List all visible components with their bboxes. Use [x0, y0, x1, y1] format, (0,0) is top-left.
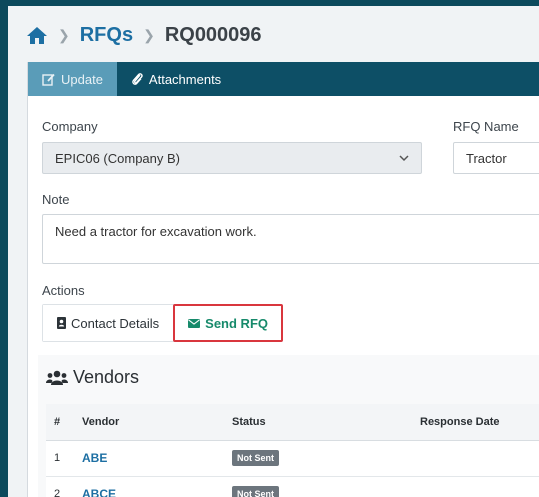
users-icon	[46, 370, 68, 385]
actions-group: Contact Details Send RFQ	[42, 304, 283, 342]
tab-update[interactable]: Update	[28, 62, 117, 96]
tab-update-label: Update	[61, 71, 103, 87]
column-header-status: Status	[224, 404, 412, 441]
rfq-panel: Update Attachments Company EPIC06 (Compa…	[27, 62, 539, 497]
chevron-right-icon: ❯	[143, 26, 155, 43]
contact-details-button[interactable]: Contact Details	[43, 305, 174, 341]
chevron-down-icon	[399, 154, 409, 161]
company-label: Company	[42, 119, 98, 134]
address-book-icon	[57, 317, 66, 329]
breadcrumb-current: RQ000096	[164, 23, 262, 46]
tab-bar: Update Attachments	[28, 62, 539, 96]
vendors-table: # Vendor Status Response Date 1 ABE Not …	[46, 404, 539, 497]
breadcrumb-rfqs-link[interactable]: RFQs	[80, 24, 133, 47]
vendors-section: Vendors # Vendor Status Response Date 1 …	[38, 355, 539, 497]
actions-label: Actions	[42, 283, 85, 298]
vendor-link[interactable]: ABE	[82, 451, 107, 465]
paperclip-icon	[132, 73, 143, 85]
vendor-link[interactable]: ABCE	[82, 487, 116, 497]
note-textarea[interactable]: Need a tractor for excavation work.	[42, 214, 539, 264]
status-badge: Not Sent	[232, 486, 279, 497]
table-row: 2 ABCE Not Sent	[46, 476, 539, 497]
rfq-name-label: RFQ Name	[453, 119, 519, 134]
note-value: Need a tractor for excavation work.	[55, 224, 257, 239]
rfq-name-input[interactable]: Tractor	[453, 142, 539, 174]
table-row: 1 ABE Not Sent	[46, 440, 539, 477]
tab-attachments[interactable]: Attachments	[117, 62, 235, 96]
row-number: 2	[46, 476, 74, 497]
home-icon[interactable]	[26, 25, 48, 45]
chevron-right-icon: ❯	[58, 26, 70, 43]
column-header-response-date: Response Date	[412, 404, 539, 441]
company-select-value: EPIC06 (Company B)	[55, 150, 180, 166]
column-header-number: #	[46, 404, 74, 441]
send-rfq-button[interactable]: Send RFQ	[173, 304, 283, 342]
tab-attachments-label: Attachments	[148, 71, 222, 87]
row-number: 1	[46, 440, 74, 477]
page: ❯ RFQs ❯ RQ000096 Update Attachments Com…	[8, 6, 539, 497]
response-date	[412, 440, 539, 477]
send-rfq-label: Send RFQ	[205, 315, 268, 331]
rfq-name-value: Tractor	[466, 150, 507, 166]
edit-icon	[42, 73, 55, 86]
table-header-row: # Vendor Status Response Date	[46, 404, 539, 441]
vendors-heading: Vendors	[46, 367, 139, 388]
status-badge: Not Sent	[232, 450, 279, 466]
note-label: Note	[42, 192, 70, 207]
contact-details-label: Contact Details	[71, 315, 160, 331]
vendors-title: Vendors	[73, 367, 140, 387]
envelope-icon	[188, 318, 201, 328]
company-select[interactable]: EPIC06 (Company B)	[42, 142, 422, 174]
column-header-vendor: Vendor	[74, 404, 224, 441]
breadcrumb: ❯ RFQs ❯ RQ000096	[26, 20, 262, 50]
response-date	[412, 476, 539, 497]
